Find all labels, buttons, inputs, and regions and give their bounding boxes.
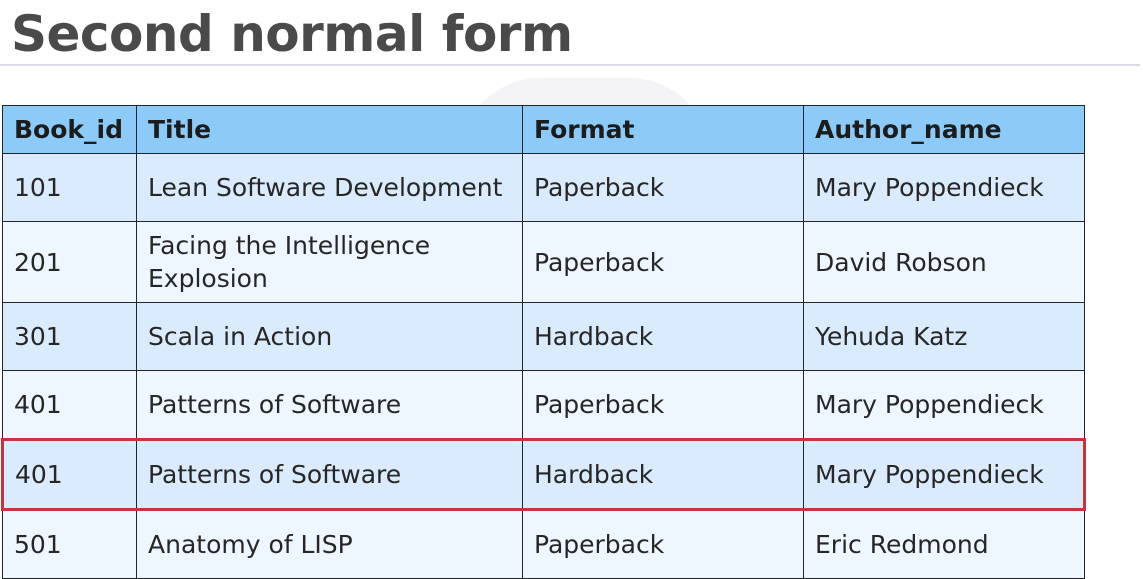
cell-book-id: 301 [2,302,137,371]
cell-book-id: 201 [2,221,137,303]
cell-format: Hardback [522,302,804,371]
cell-book-id: 101 [2,153,137,222]
cell-format: Paperback [522,153,804,222]
cell-format: Paperback [522,221,804,303]
table-row: 201 Facing the Intelligence Explosion Pa… [2,221,1085,303]
cell-author-name: Mary Poppendieck [803,438,1086,511]
cell-author-name: Mary Poppendieck [803,153,1085,222]
title-divider [0,64,1140,66]
table-row: 501 Anatomy of LISP Paperback Eric Redmo… [2,509,1085,579]
cell-format: Paperback [522,509,804,579]
cell-format: Hardback [522,438,804,511]
table-header-row: Book_id Title Format Author_name [2,105,1085,154]
books-table: Book_id Title Format Author_name 101 Lea… [1,105,1086,579]
page-title: Second normal form [11,5,573,63]
cell-format: Paperback [522,370,804,440]
cell-author-name: David Robson [803,221,1085,303]
cell-book-id: 501 [2,509,137,579]
column-header-format: Format [522,105,804,154]
table-row: 301 Scala in Action Hardback Yehuda Katz [2,302,1085,371]
cell-author-name: Eric Redmond [803,509,1085,579]
highlighted-table-row: 401 Patterns of Software Hardback Mary P… [1,438,1086,511]
cell-title: Lean Software Development [136,153,523,222]
table-row: 101 Lean Software Development Paperback … [2,153,1085,222]
cell-book-id: 401 [1,438,137,511]
cell-title: Scala in Action [136,302,523,371]
cell-author-name: Yehuda Katz [803,302,1085,371]
cell-book-id: 401 [2,370,137,440]
cell-author-name: Mary Poppendieck [803,370,1085,440]
cell-title: Patterns of Software [136,438,523,511]
cell-title: Patterns of Software [136,370,523,440]
column-header-book-id: Book_id [2,105,137,154]
column-header-author-name: Author_name [803,105,1085,154]
column-header-title: Title [136,105,523,154]
cell-title: Anatomy of LISP [136,509,523,579]
cell-title: Facing the Intelligence Explosion [136,221,523,303]
table-row: 401 Patterns of Software Paperback Mary … [2,370,1085,440]
